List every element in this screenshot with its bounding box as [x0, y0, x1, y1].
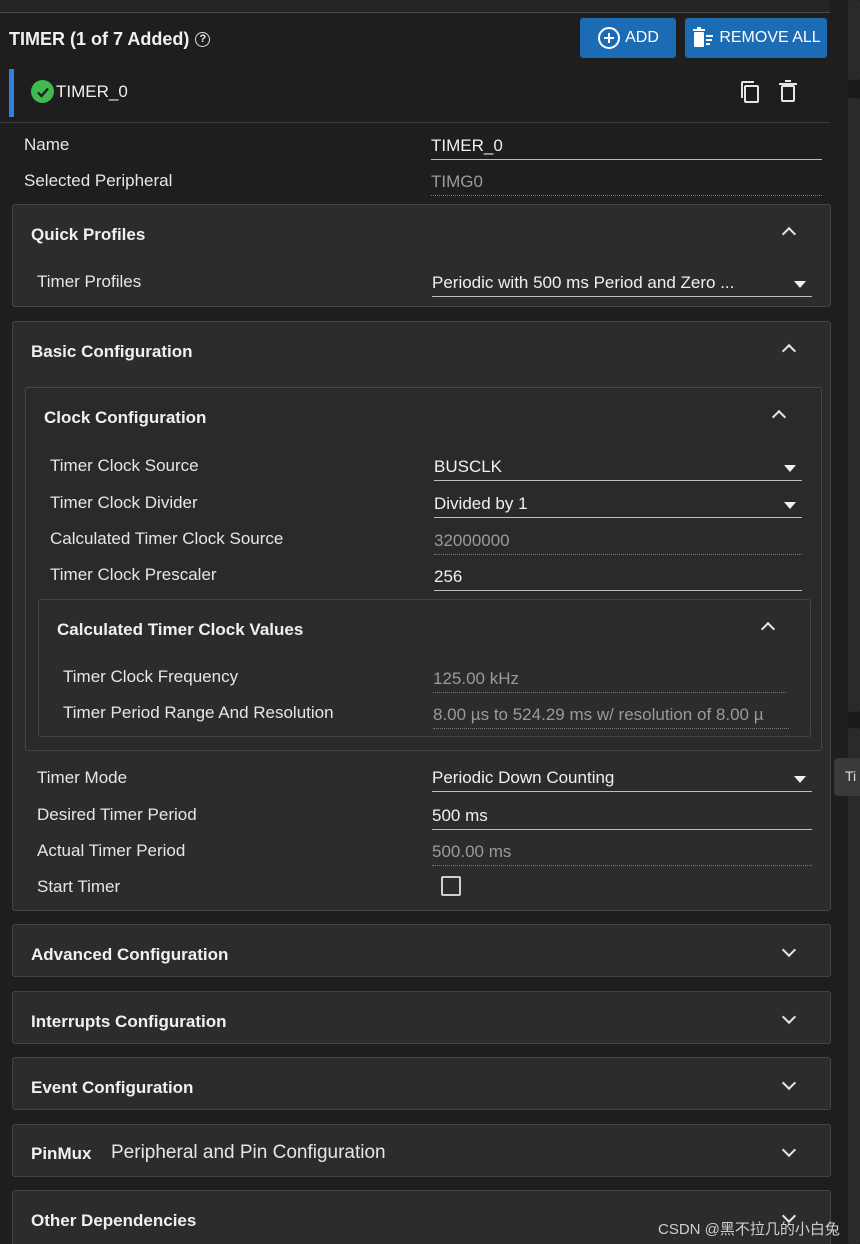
chevron-down-icon[interactable]	[781, 942, 797, 958]
start-timer-checkbox[interactable]	[441, 876, 461, 896]
timer-period-range-label: Timer Period Range And Resolution	[63, 703, 334, 722]
timer-header: TIMER (1 of 7 Added) ? ADD REMOVE ALL	[0, 13, 836, 67]
actual-timer-period-label: Actual Timer Period	[37, 841, 186, 860]
name-input[interactable]: TIMER_0	[431, 136, 822, 160]
actual-timer-period-value: 500.00 ms	[432, 842, 812, 866]
timer-profiles-select[interactable]: Periodic with 500 ms Period and Zero ...	[432, 273, 812, 297]
dropdown-arrow-icon	[794, 281, 806, 288]
clock-configuration-panel: Clock Configuration Timer Clock Source B…	[25, 387, 822, 751]
chevron-down-icon[interactable]	[781, 1142, 797, 1158]
scroll-thumb[interactable]	[848, 98, 860, 712]
calculated-clock-values-panel: Calculated Timer Clock Values Timer Cloc…	[38, 599, 811, 737]
timer-profiles-label: Timer Profiles	[37, 272, 142, 291]
dropdown-arrow-icon	[784, 465, 796, 472]
timer-clock-source-label: Timer Clock Source	[50, 456, 199, 475]
scroll-segment	[848, 728, 860, 1244]
start-timer-label: Start Timer	[37, 877, 121, 896]
timer-clock-frequency-value: 125.00 kHz	[433, 669, 786, 693]
dropdown-arrow-icon	[794, 776, 806, 783]
add-button[interactable]: ADD	[580, 18, 676, 58]
timer-mode-value: Periodic Down Counting	[432, 768, 615, 787]
timer-clock-source-select[interactable]: BUSCLK	[434, 457, 802, 481]
timer-clock-divider-value: Divided by 1	[434, 494, 528, 513]
page-title: TIMER (1 of 7 Added) ?	[9, 29, 211, 50]
desired-timer-period-input[interactable]: 500 ms	[432, 806, 812, 830]
timer-profiles-value: Periodic with 500 ms Period and Zero ...	[432, 273, 735, 292]
pinmux-subtitle: Peripheral and Pin Configuration	[111, 1142, 386, 1163]
calc-clock-source-value: 32000000	[434, 531, 802, 555]
calculated-clock-values-title: Calculated Timer Clock Values	[57, 620, 304, 639]
scroll-segment	[848, 0, 860, 80]
event-configuration-panel[interactable]: Event Configuration	[12, 1057, 831, 1110]
title-text: TIMER (1 of 7 Added)	[9, 29, 190, 49]
right-scroll-track[interactable]	[848, 0, 860, 1244]
timer-mode-label: Timer Mode	[37, 768, 128, 787]
timer-clock-prescaler-label: Timer Clock Prescaler	[50, 565, 217, 584]
clock-configuration-title: Clock Configuration	[44, 408, 207, 427]
dropdown-arrow-icon	[784, 502, 796, 509]
instance-selected-bar	[9, 69, 14, 117]
chevron-up-icon[interactable]	[760, 621, 776, 637]
timer-clock-divider-label: Timer Clock Divider	[50, 493, 198, 512]
chevron-up-icon[interactable]	[771, 409, 787, 425]
instance-name: TIMER_0	[56, 82, 128, 101]
desired-timer-period-label: Desired Timer Period	[37, 805, 197, 824]
remove-all-label: REMOVE ALL	[719, 29, 821, 46]
timer-clock-divider-select[interactable]: Divided by 1	[434, 494, 802, 518]
watermark: CSDN @黑不拉几的小白兔	[658, 1221, 840, 1238]
chevron-up-icon[interactable]	[781, 343, 797, 359]
chevron-down-icon[interactable]	[781, 1009, 797, 1025]
calc-clock-source-label: Calculated Timer Clock Source	[50, 529, 284, 548]
chevron-up-icon[interactable]	[781, 226, 797, 242]
copy-icon[interactable]	[737, 79, 763, 110]
quick-profiles-panel: Quick Profiles Timer Profiles Periodic w…	[12, 204, 831, 307]
timer-clock-frequency-label: Timer Clock Frequency	[63, 667, 239, 686]
advanced-configuration-title: Advanced Configuration	[31, 945, 229, 964]
timer-mode-select[interactable]: Periodic Down Counting	[432, 768, 812, 792]
name-label: Name	[24, 135, 70, 154]
basic-configuration-panel: Basic Configuration Clock Configuration …	[12, 321, 831, 911]
other-dependencies-title: Other Dependencies	[31, 1211, 197, 1230]
timer-clock-prescaler-input[interactable]: 256	[434, 567, 802, 591]
quick-profiles-title: Quick Profiles	[31, 225, 146, 244]
timer-clock-source-value: BUSCLK	[434, 457, 503, 476]
timer-period-range-value: 8.00 µs to 524.29 ms w/ resolution of 8.…	[433, 705, 789, 729]
interrupts-configuration-title: Interrupts Configuration	[31, 1012, 227, 1031]
event-configuration-title: Event Configuration	[31, 1078, 194, 1097]
top-strip	[0, 0, 830, 12]
help-icon[interactable]: ?	[195, 32, 211, 47]
pinmux-title: PinMux	[31, 1144, 92, 1163]
pinmux-panel[interactable]: PinMux Peripheral and Pin Configuration	[12, 1124, 831, 1177]
check-circle-icon	[31, 80, 54, 103]
add-circle-icon	[598, 27, 621, 49]
trash-icon[interactable]	[777, 79, 799, 110]
chevron-down-icon[interactable]	[781, 1075, 797, 1091]
remove-list-icon	[693, 27, 714, 47]
advanced-configuration-panel[interactable]: Advanced Configuration	[12, 924, 831, 977]
selected-peripheral-value: TIMG0	[431, 172, 822, 196]
remove-all-button[interactable]: REMOVE ALL	[685, 18, 827, 58]
add-label: ADD	[625, 29, 659, 46]
side-tab[interactable]: Ti	[834, 758, 860, 796]
selected-peripheral-label: Selected Peripheral	[24, 171, 173, 190]
basic-configuration-title: Basic Configuration	[31, 342, 193, 361]
instance-row[interactable]: TIMER_0	[0, 67, 830, 123]
interrupts-configuration-panel[interactable]: Interrupts Configuration	[12, 991, 831, 1044]
